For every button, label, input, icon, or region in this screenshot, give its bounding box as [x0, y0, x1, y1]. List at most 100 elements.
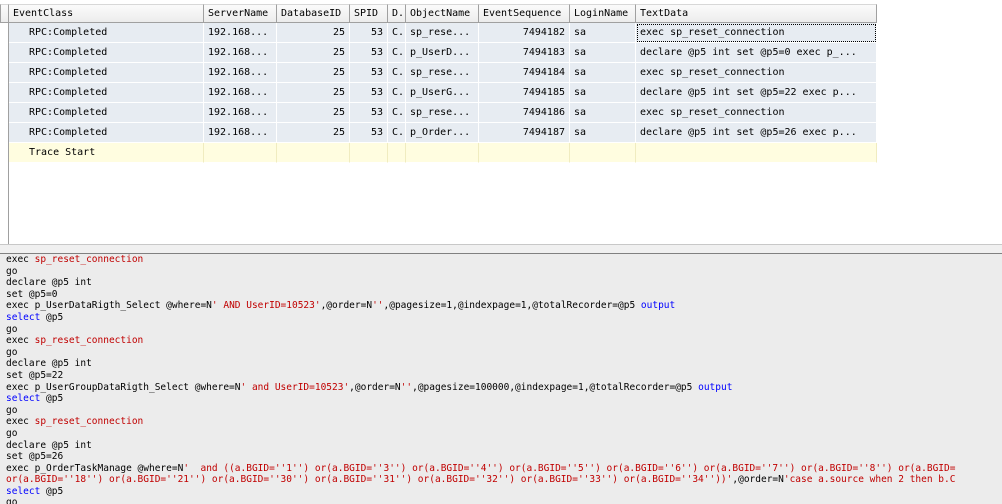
column-header-textdata[interactable]: TextData	[636, 4, 877, 23]
empty-cell	[406, 143, 479, 163]
table-row[interactable]: RPC:Completed 192.168... 25 53 C. sp_rese... 7…	[0, 63, 877, 83]
sql-text: go	[6, 404, 18, 416]
sql-line: declare @p5 int	[0, 440, 1002, 452]
sql-string: sp_reset_connection	[34, 254, 144, 265]
sql-text: go	[6, 346, 18, 358]
sql-string: 'case a.source when 2 then b.C	[783, 474, 956, 486]
sql-text: declare @p5 int	[6, 439, 92, 451]
textdata-pane[interactable]: exec sp_reset_connection go declare @p5 in…	[0, 254, 1002, 504]
sql-line: select @p5	[0, 312, 1002, 324]
cell-servername: 192.168...	[204, 43, 277, 63]
cell-spid: 53	[350, 23, 388, 43]
cell-loginname: sa	[570, 103, 636, 123]
sql-text: set @p5=0	[6, 288, 58, 300]
column-header-databaseid[interactable]: DatabaseID	[277, 4, 350, 23]
sql-text: exec p_UserDataRigth_Select @where=N	[6, 300, 212, 312]
sql-string: ''	[372, 300, 384, 312]
table-row-trace-start[interactable]: Trace Start	[0, 143, 877, 163]
column-header-objectname[interactable]: ObjectName	[406, 4, 479, 23]
cell-loginname: sa	[570, 43, 636, 63]
cell-spid: 53	[350, 83, 388, 103]
sql-line: set @p5=26	[0, 451, 1002, 463]
sql-text: declare @p5 int	[6, 277, 92, 289]
pane-splitter[interactable]	[0, 244, 1002, 254]
column-header-spid[interactable]: SPID	[350, 4, 388, 23]
column-header-d[interactable]: D.	[388, 4, 406, 23]
table-row[interactable]: RPC:Completed 192.168... 25 53 C. sp_rese... 7…	[0, 23, 877, 43]
cell-objectname: sp_rese...	[406, 23, 479, 43]
sql-string: or(a.BGID=''18'') or(a.BGID=''21'') or(a…	[6, 474, 733, 486]
grid-rows: RPC:Completed 192.168... 25 53 C. sp_rese... 7…	[0, 23, 877, 163]
column-header-loginname[interactable]: LoginName	[570, 4, 636, 23]
table-row[interactable]: RPC:Completed 192.168... 25 53 C. p_UserG... 7…	[0, 83, 877, 103]
trace-grid[interactable]: EventClass ServerName DatabaseID SPID D.…	[0, 0, 1002, 244]
sql-line: go	[0, 266, 1002, 278]
sql-text: exec p_UserGroupDataRigth_Select @where=…	[6, 381, 241, 393]
cell-d: C.	[388, 23, 406, 43]
sql-text: go	[6, 427, 18, 439]
cell-servername: 192.168...	[204, 123, 277, 143]
sql-string: ' and UserID=10523'	[240, 381, 350, 393]
sql-keyword: select	[6, 485, 41, 497]
cell-databaseid: 25	[277, 43, 350, 63]
cell-eventsequence: 7494187	[479, 123, 570, 143]
empty-cell	[204, 143, 277, 163]
cell-spid: 53	[350, 103, 388, 123]
cell-loginname: sa	[570, 23, 636, 43]
sql-line: exec p_UserGroupDataRigth_Select @where=…	[0, 382, 1002, 394]
column-header-servername[interactable]: ServerName	[204, 4, 277, 23]
sql-text: declare @p5 int	[6, 358, 92, 370]
cell-loginname: sa	[570, 63, 636, 83]
cell-servername: 192.168...	[204, 103, 277, 123]
empty-cell	[636, 143, 877, 163]
sql-text: exec	[6, 416, 35, 428]
cell-textdata: declare @p5 int set @p5=26 exec p...	[636, 123, 877, 143]
cell-databaseid: 25	[277, 83, 350, 103]
cell-eventsequence: 7494186	[479, 103, 570, 123]
cell-databaseid: 25	[277, 23, 350, 43]
sql-line: go	[0, 497, 1002, 504]
column-header-eventsequence[interactable]: EventSequence	[479, 4, 570, 23]
cell-d: C.	[388, 63, 406, 83]
sql-string: ' AND UserID=10523'	[211, 300, 321, 312]
cell-d: C.	[388, 43, 406, 63]
cell-d: C.	[388, 123, 406, 143]
cell-textdata: exec sp_reset_connection	[636, 63, 877, 83]
sql-line: select @p5	[0, 486, 1002, 498]
sql-line: exec sp_reset_connection	[0, 254, 1002, 266]
cell-databaseid: 25	[277, 123, 350, 143]
sql-keyword: output	[640, 300, 676, 312]
table-row[interactable]: RPC:Completed 192.168... 25 53 C. p_UserD... 7…	[0, 43, 877, 63]
cell-servername: 192.168...	[204, 23, 277, 43]
table-row[interactable]: RPC:Completed 192.168... 25 53 C. p_Order... 7…	[0, 123, 877, 143]
sql-text: @p5	[40, 311, 64, 323]
sql-line: exec sp_reset_connection	[0, 416, 1002, 428]
sql-line: go	[0, 347, 1002, 359]
table-row[interactable]: RPC:Completed 192.168... 25 53 C. sp_rese... 7…	[0, 103, 877, 123]
column-header-eventclass[interactable]: EventClass	[9, 4, 204, 23]
cell-eventclass: RPC:Completed	[9, 83, 204, 103]
sql-line: go	[0, 324, 1002, 336]
cell-eventsequence: 7494183	[479, 43, 570, 63]
header-lead	[0, 4, 9, 23]
sql-text: go	[6, 265, 18, 277]
cell-textdata: declare @p5 int set @p5=0 exec p_...	[636, 43, 877, 63]
sql-line: exec sp_reset_connection	[0, 335, 1002, 347]
sql-line: exec p_UserDataRigth_Select @where=N' AN…	[0, 300, 1002, 312]
sql-text: ,@order=N	[349, 381, 401, 393]
sql-line: go	[0, 405, 1002, 417]
sql-text: ,@order=N	[732, 474, 784, 486]
sql-line: go	[0, 428, 1002, 440]
cell-eventsequence: 7494185	[479, 83, 570, 103]
cell-eventclass: RPC:Completed	[9, 123, 204, 143]
sql-line: set @p5=0	[0, 289, 1002, 301]
cell-eventclass: RPC:Completed	[9, 23, 204, 43]
sql-text: go	[6, 323, 18, 335]
cell-eventclass: RPC:Completed	[9, 43, 204, 63]
sql-text: set @p5=22	[6, 369, 64, 381]
cell-objectname: p_Order...	[406, 123, 479, 143]
sql-line: set @p5=22	[0, 370, 1002, 382]
cell-textdata: declare @p5 int set @p5=22 exec p...	[636, 83, 877, 103]
sql-keyword: output	[698, 381, 733, 393]
sql-string: sp_reset_connection	[34, 416, 144, 428]
